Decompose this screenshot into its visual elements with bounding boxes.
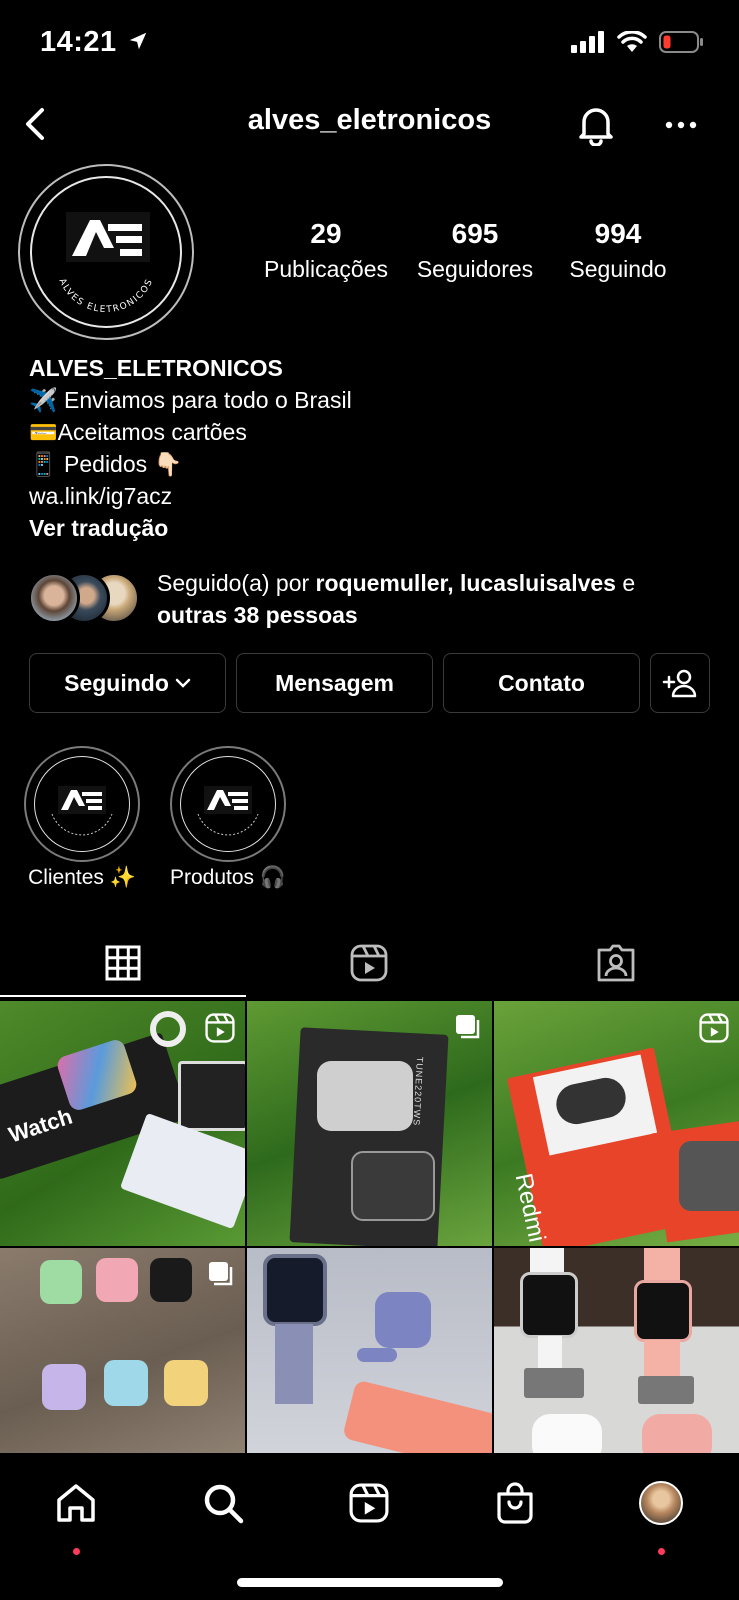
ae-logo	[197, 786, 259, 836]
bio-line-orders: 📱 Pedidos 👇🏻	[29, 451, 183, 477]
message-button[interactable]: Mensagem	[236, 653, 433, 713]
carousel-badge-icon	[209, 1262, 233, 1286]
stat-followers-value: 695	[451, 218, 499, 249]
ae-logo: ALVES ELETRONICOS	[57, 212, 156, 315]
posts-grid: Watch TUNE220TWS Redmi	[0, 1001, 739, 1453]
more-options-button[interactable]	[664, 110, 698, 140]
stat-following[interactable]: 994 Seguindo	[560, 218, 676, 283]
location-arrow-icon	[129, 32, 147, 50]
avatar-logo-ring: ALVES ELETRONICOS	[30, 176, 182, 328]
tab-posts-grid[interactable]	[0, 930, 246, 996]
wifi-icon	[617, 31, 647, 52]
reels-icon	[349, 1483, 389, 1523]
tab-reels[interactable]	[246, 930, 492, 996]
followed-by-text[interactable]: Seguido(a) por roquemuller, lucasluisalv…	[157, 567, 717, 631]
followed-by-prefix: Seguido(a) por	[157, 570, 316, 596]
tab-tagged[interactable]	[493, 930, 739, 996]
home-notification-dot	[73, 1548, 80, 1555]
tagged-user-icon	[597, 944, 635, 982]
reel-badge-icon	[205, 1013, 235, 1043]
highlight-produtos[interactable]	[170, 746, 286, 862]
highlight-produtos-cover	[180, 756, 276, 852]
stat-posts-label: Publicações	[263, 256, 389, 282]
message-label: Mensagem	[275, 669, 394, 696]
nav-home[interactable]	[48, 1475, 104, 1531]
signal-icon	[571, 31, 604, 53]
contact-button[interactable]: Contato	[443, 653, 640, 713]
stat-posts-value: 29	[310, 218, 342, 249]
nav-profile[interactable]	[633, 1475, 689, 1531]
post-5[interactable]	[247, 1248, 492, 1453]
add-user-icon	[662, 669, 697, 698]
follower-avatar-1	[28, 572, 80, 624]
status-time: 14:21	[40, 26, 149, 59]
nav-shop[interactable]	[487, 1475, 543, 1531]
bio-name: ALVES_ELETRONICOS	[29, 355, 283, 381]
reels-icon	[350, 944, 388, 982]
post-3[interactable]: Redmi	[494, 1001, 739, 1246]
svg-text:ALVES ELETRONICOS: ALVES ELETRONICOS	[57, 277, 156, 315]
profile-bio: ALVES_ELETRONICOS ✈️ Enviamos para todo …	[29, 352, 352, 544]
followed-by-and: e	[615, 570, 636, 596]
grid-icon	[105, 945, 141, 981]
highlight-produtos-label: Produtos 🎧	[169, 866, 287, 889]
profile-avatar[interactable]: ALVES ELETRONICOS	[18, 164, 194, 340]
followers-avatars[interactable]	[28, 572, 148, 626]
bell-icon	[579, 108, 613, 147]
stat-posts[interactable]: 29 Publicações	[263, 218, 389, 283]
nav-reels[interactable]	[341, 1475, 397, 1531]
followed-by-names: roquemuller, lucasluisalves	[315, 570, 616, 596]
notifications-button[interactable]	[576, 102, 616, 147]
stat-following-label: Seguindo	[569, 256, 667, 282]
stat-followers-label: Seguidores	[416, 256, 534, 282]
home-indicator	[237, 1578, 503, 1587]
bio-line-cards: 💳Aceitamos cartões	[29, 419, 247, 445]
contact-label: Contato	[498, 669, 585, 696]
profile-avatar-icon	[639, 1481, 683, 1525]
tab-active-indicator	[0, 995, 246, 997]
ae-logo	[51, 786, 113, 836]
more-horizontal-icon	[665, 121, 697, 129]
shopping-bag-icon	[497, 1482, 533, 1524]
bio-line-shipping: ✈️ Enviamos para todo o Brasil	[29, 387, 352, 413]
chevron-down-icon	[175, 678, 191, 688]
carousel-badge-icon	[456, 1015, 480, 1039]
stat-followers[interactable]: 695 Seguidores	[408, 218, 542, 283]
profile-notification-dot	[658, 1548, 665, 1555]
post-2[interactable]: TUNE220TWS	[247, 1001, 492, 1246]
profile-username: alves_eletronicos	[247, 104, 492, 136]
highlight-clientes-label: Clientes ✨	[28, 866, 136, 889]
status-icons	[571, 30, 705, 54]
stat-following-value: 994	[594, 218, 642, 249]
following-label: Seguindo	[64, 669, 169, 696]
see-translation-link[interactable]: Ver tradução	[29, 512, 352, 544]
highlight-clientes[interactable]	[24, 746, 140, 862]
post-6[interactable]	[494, 1248, 739, 1453]
reel-badge-icon	[699, 1013, 729, 1043]
highlight-clientes-cover	[34, 756, 130, 852]
nav-search[interactable]	[195, 1475, 251, 1531]
post-4[interactable]	[0, 1248, 245, 1453]
post-1[interactable]: Watch	[0, 1001, 245, 1246]
followed-by-others: outras 38 pessoas	[157, 602, 358, 628]
suggest-users-button[interactable]	[650, 653, 710, 713]
following-button[interactable]: Seguindo	[29, 653, 226, 713]
search-icon	[204, 1484, 244, 1524]
home-icon	[57, 1484, 95, 1522]
battery-icon	[659, 31, 703, 53]
bio-link[interactable]: wa.link/ig7acz	[29, 480, 352, 512]
